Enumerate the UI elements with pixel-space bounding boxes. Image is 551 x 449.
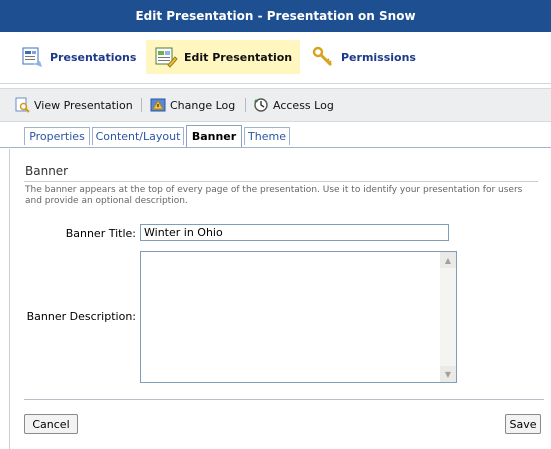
nav-edit-presentation-label: Edit Presentation xyxy=(184,50,293,64)
banner-title-input[interactable] xyxy=(140,224,449,241)
main-nav: Presentations Edit Presentation Permissi… xyxy=(0,32,551,84)
view-presentation-icon xyxy=(14,97,30,113)
nav-permissions-label: Permissions xyxy=(341,50,416,64)
change-log-icon xyxy=(150,97,166,113)
tab-properties[interactable]: Properties xyxy=(24,127,90,145)
edit-presentation-icon xyxy=(154,45,178,69)
nav-edit-presentation[interactable]: Edit Presentation xyxy=(146,40,301,74)
tab-theme[interactable]: Theme xyxy=(244,127,290,145)
nav-permissions[interactable]: Permissions xyxy=(305,40,422,74)
access-log-button[interactable]: Access Log xyxy=(253,96,334,114)
presentations-icon xyxy=(20,45,44,69)
view-presentation-button[interactable]: View Presentation xyxy=(14,96,133,114)
access-log-label: Access Log xyxy=(273,98,334,112)
scroll-down-icon[interactable]: ▼ xyxy=(440,366,456,382)
nav-presentations-label: Presentations xyxy=(50,50,137,64)
banner-title-label: Banner Title: xyxy=(65,227,136,240)
section-heading: Banner xyxy=(25,164,69,178)
tab-banner[interactable]: Banner xyxy=(186,125,242,147)
scroll-up-icon[interactable]: ▲ xyxy=(440,252,456,268)
textarea-scrollbar[interactable]: ▲ ▼ xyxy=(440,252,456,382)
nav-presentations[interactable]: Presentations xyxy=(14,40,142,74)
banner-description-textarea[interactable]: ▲ ▼ xyxy=(140,251,457,383)
save-button[interactable]: Save xyxy=(505,414,541,434)
view-presentation-label: View Presentation xyxy=(34,98,133,112)
cancel-button[interactable]: Cancel xyxy=(24,414,78,434)
tab-content-layout[interactable]: Content/Layout xyxy=(92,127,184,145)
section-divider xyxy=(24,181,538,182)
change-log-label: Change Log xyxy=(170,98,236,112)
tab-bar: Properties Content/Layout Banner Theme xyxy=(0,123,551,148)
action-toolbar: View Presentation Change Log Access Log xyxy=(0,88,551,122)
banner-description-label: Banner Description: xyxy=(26,310,136,323)
window-title: Edit Presentation - Presentation on Snow xyxy=(0,0,551,32)
toolbar-divider xyxy=(245,98,246,112)
change-log-button[interactable]: Change Log xyxy=(150,96,235,114)
footer-divider xyxy=(24,399,544,400)
permissions-key-icon xyxy=(311,45,335,69)
toolbar-divider xyxy=(141,98,142,112)
section-description: The banner appears at the top of every p… xyxy=(25,185,523,206)
access-log-icon xyxy=(253,97,269,113)
